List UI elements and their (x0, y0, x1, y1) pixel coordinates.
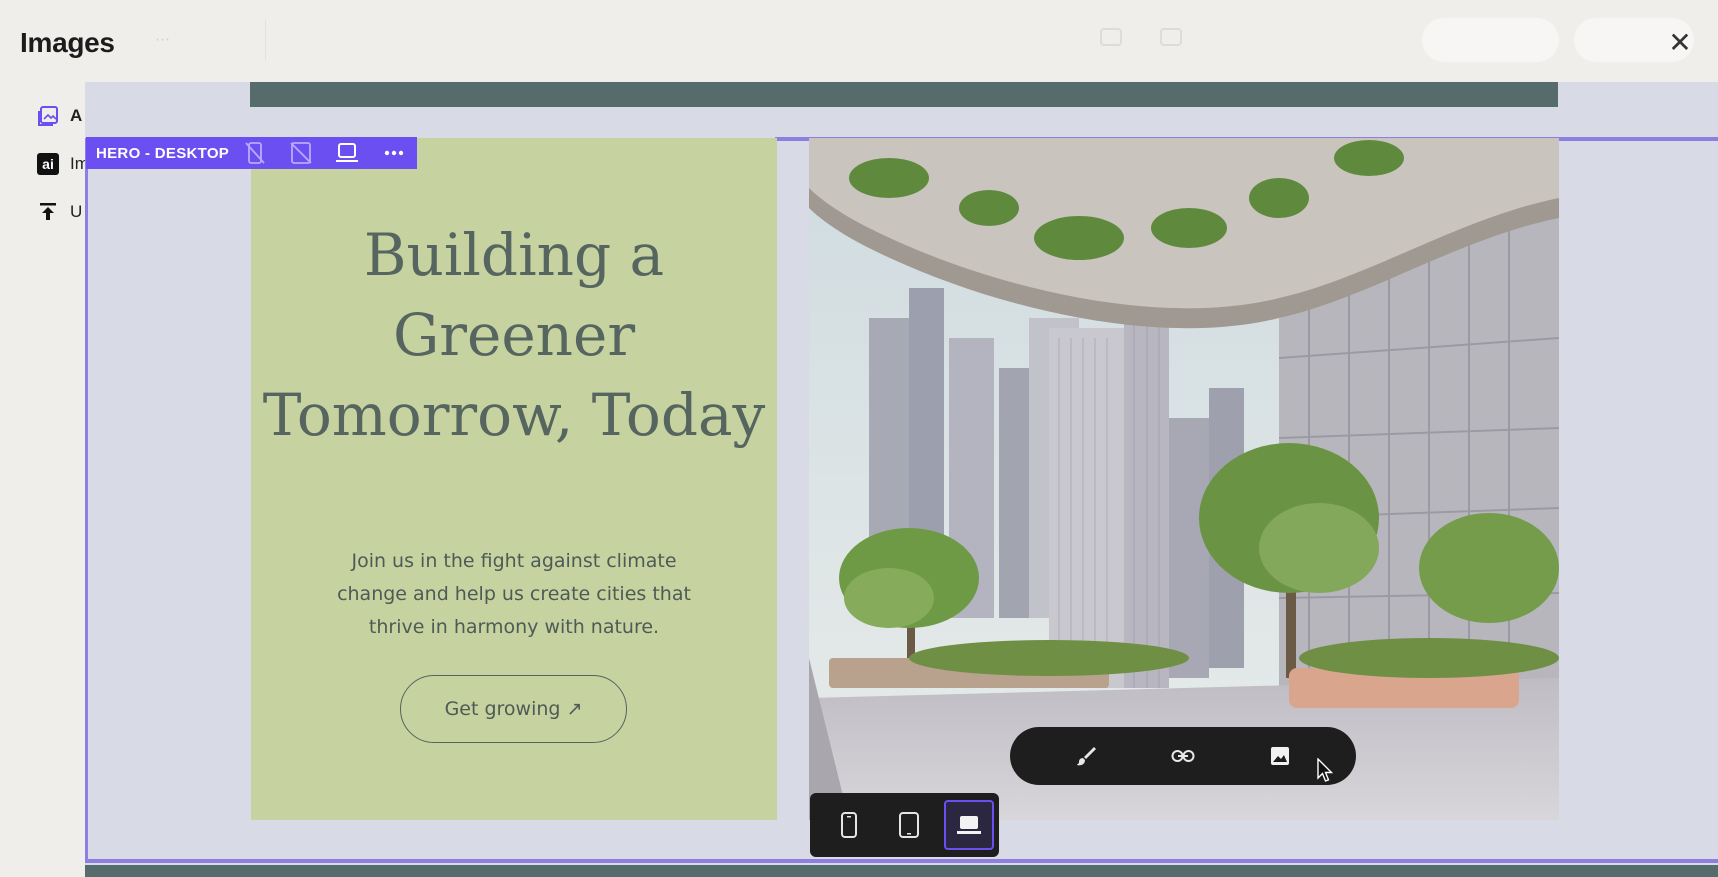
tablet-icon (899, 812, 919, 838)
source-item-ai[interactable]: ai Im (36, 151, 89, 177)
more-options-icon[interactable] (371, 137, 417, 169)
ai-icon: ai (36, 152, 60, 176)
modal-title: Images (20, 27, 115, 58)
ai-badge: ai (37, 153, 59, 175)
source-item-upload[interactable]: U (36, 199, 82, 225)
background-button (1422, 18, 1559, 62)
image-toolbar (1010, 727, 1356, 785)
section-band-bottom (85, 865, 1718, 877)
hero-image[interactable] (809, 138, 1559, 820)
laptop-icon (957, 816, 981, 834)
mobile-hidden-icon[interactable] (231, 137, 277, 169)
desktop-preview-button[interactable] (944, 800, 994, 850)
get-growing-button[interactable]: Get growing ↗ (400, 675, 627, 743)
image-gallery-icon (36, 104, 60, 128)
tablet-hidden-icon[interactable] (278, 137, 324, 169)
close-button[interactable]: ✕ (1668, 29, 1692, 57)
background-icon (1100, 28, 1122, 46)
link-icon[interactable] (1165, 738, 1201, 774)
source-item-label: U (70, 202, 83, 221)
mouse-cursor-icon (1317, 758, 1334, 782)
selection-outline-left (85, 138, 88, 863)
mobile-icon (841, 812, 857, 838)
brush-icon[interactable] (1068, 738, 1104, 774)
background-divider (265, 20, 266, 60)
hero-headline[interactable]: Building a Greener Tomorrow, Today (251, 215, 777, 455)
background-icon (1160, 28, 1182, 46)
city-garden-illustration (809, 138, 1559, 820)
section-label: HERO - DESKTOP (96, 144, 230, 162)
image-icon[interactable] (1262, 738, 1298, 774)
mobile-preview-button[interactable] (824, 800, 874, 850)
tablet-preview-button[interactable] (884, 800, 934, 850)
selection-outline-bottom (85, 859, 1718, 863)
desktop-visible-icon[interactable] (324, 137, 370, 169)
background-menu-text: ⋯ (155, 31, 170, 48)
source-item-label: A (70, 106, 83, 125)
upload-icon (36, 200, 60, 224)
background-editor-bar: ⋯ (0, 0, 1718, 82)
source-item-gallery[interactable]: A (36, 103, 82, 129)
section-band-top (250, 82, 1558, 107)
section-toolbar: HERO - DESKTOP (86, 137, 417, 169)
device-toolbar (810, 793, 999, 857)
hero-subtext[interactable]: Join us in the fight against climate cha… (321, 545, 707, 644)
